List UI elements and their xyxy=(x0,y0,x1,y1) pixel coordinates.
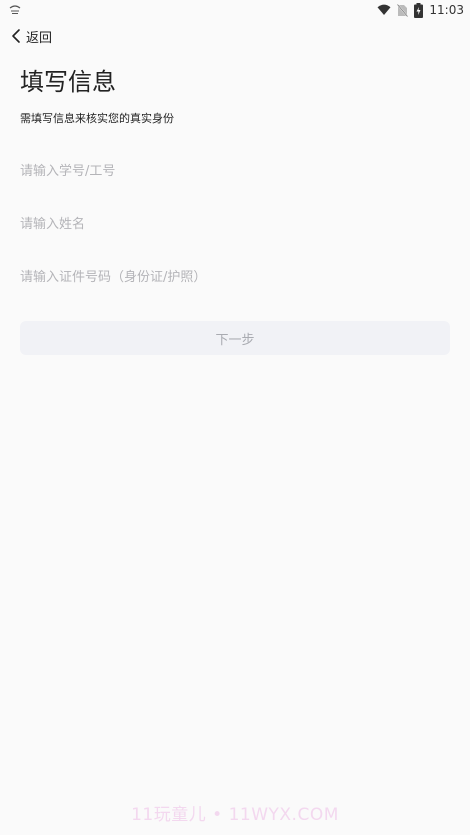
notification-icon xyxy=(9,5,21,14)
status-time: 11:03 xyxy=(429,3,464,17)
name-input[interactable] xyxy=(20,209,450,239)
page-title: 填写信息 xyxy=(20,68,116,96)
status-bar: 11:03 xyxy=(0,0,470,20)
wifi-icon xyxy=(377,4,391,15)
page-subtitle: 需填写信息来核实您的真实身份 xyxy=(20,112,174,125)
next-step-button[interactable]: 下一步 xyxy=(20,321,450,355)
battery-charging-icon xyxy=(414,2,424,18)
no-sim-icon xyxy=(397,3,409,17)
student-id-input[interactable] xyxy=(20,156,450,186)
chevron-left-icon xyxy=(12,29,20,43)
back-button[interactable]: 返回 xyxy=(10,24,52,48)
watermark: 11玩童儿 • 11WYX.COM xyxy=(131,805,339,825)
id-number-input[interactable] xyxy=(20,262,450,292)
back-label: 返回 xyxy=(26,30,53,46)
